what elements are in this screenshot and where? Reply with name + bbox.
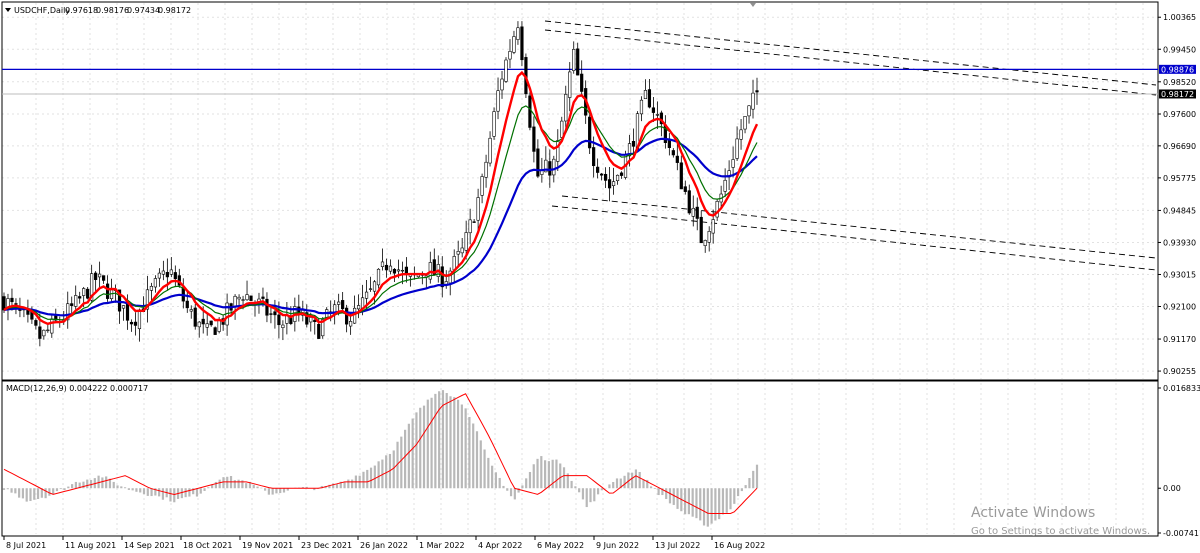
candle bbox=[588, 110, 592, 155]
price-tick-label: 0.93015 bbox=[1163, 270, 1196, 279]
time-tick-label: 13 Jul 2022 bbox=[655, 541, 700, 550]
ohlc-low: 0.97434 bbox=[127, 6, 160, 15]
time-tick-label: 18 Oct 2021 bbox=[183, 541, 232, 550]
time-tick-label: 26 Jan 2022 bbox=[360, 541, 408, 550]
price-tick-label: 0.92100 bbox=[1163, 303, 1196, 312]
macd-label: MACD(12,26,9) 0.004222 0.000717 bbox=[6, 384, 148, 393]
ohlc-high: 0.98176 bbox=[96, 6, 129, 15]
ohlc-open: 0.97618 bbox=[65, 6, 98, 15]
time-tick-label: 16 Aug 2022 bbox=[714, 541, 765, 550]
time-tick-label: 4 Apr 2022 bbox=[478, 541, 522, 550]
time-tick-label: 19 Nov 2021 bbox=[242, 541, 293, 550]
time-tick-label: 8 Jul 2021 bbox=[6, 541, 46, 550]
price-tick-label: 0.95775 bbox=[1163, 174, 1196, 183]
time-tick-label: 11 Aug 2021 bbox=[65, 541, 116, 550]
svg-text:0.98172: 0.98172 bbox=[1161, 90, 1194, 99]
price-tick-label: 0.90255 bbox=[1163, 367, 1196, 376]
candle bbox=[213, 326, 217, 335]
candle bbox=[193, 303, 197, 330]
time-tick-label: 1 Mar 2022 bbox=[419, 541, 465, 550]
horizontal-level-label: 0.98876 bbox=[1159, 64, 1196, 74]
candle bbox=[520, 21, 524, 67]
candle bbox=[492, 107, 496, 140]
price-tick-label: 0.94845 bbox=[1163, 206, 1196, 215]
chart-window[interactable]: USDCHF,Daily 0.97618 0.98176 0.97434 0.9… bbox=[0, 0, 1200, 553]
price-tick-label: 0.96690 bbox=[1163, 142, 1196, 151]
time-tick-label: 14 Sep 2021 bbox=[124, 541, 175, 550]
time-tick-label: 9 Jun 2022 bbox=[596, 541, 639, 550]
candle bbox=[249, 295, 253, 301]
price-tick-label: 0.93930 bbox=[1163, 238, 1196, 247]
price-tick-label: 0.97600 bbox=[1163, 110, 1196, 119]
price-tick-label: 0.98520 bbox=[1163, 78, 1196, 87]
time-tick-label: 6 May 2022 bbox=[537, 541, 584, 550]
symbol-label: USDCHF,Daily bbox=[14, 6, 70, 15]
svg-text:0.98876: 0.98876 bbox=[1161, 65, 1194, 74]
time-tick-label: 23 Dec 2021 bbox=[301, 541, 352, 550]
price-tick-label: 0.99450 bbox=[1163, 45, 1196, 54]
activation-watermark-title: Activate Windows bbox=[971, 505, 1095, 521]
macd-tick-label: 0.016833 bbox=[1163, 384, 1200, 393]
macd-tick-label: -0.007411 bbox=[1163, 529, 1200, 538]
ohlc-close: 0.98172 bbox=[158, 6, 191, 15]
price-tick-label: 1.00365 bbox=[1163, 13, 1196, 22]
activation-watermark-subtitle: Go to Settings to activate Windows. bbox=[971, 526, 1150, 537]
candle bbox=[504, 57, 508, 84]
price-tick-label: 0.91170 bbox=[1163, 335, 1196, 344]
current-price-label: 0.98172 bbox=[1159, 89, 1196, 99]
macd-tick-label: 0.00 bbox=[1163, 484, 1181, 493]
